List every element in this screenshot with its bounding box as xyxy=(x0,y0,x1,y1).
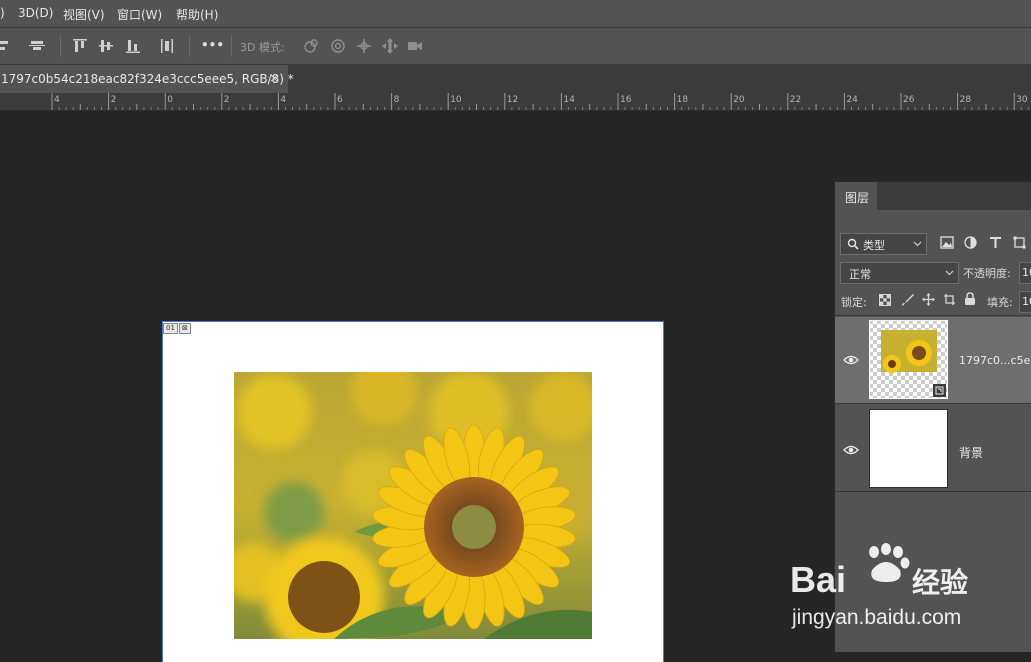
ruler-ticks: 4 2 0 2 4 6 8 10 12 14 16 18 20 22 24 26 28 30 xyxy=(51,93,1029,110)
lock-all-icon[interactable] xyxy=(964,292,976,306)
horizontal-ruler[interactable]: 4 2 0 2 4 6 8 10 12 14 16 18 20 22 24 26 28 30 xyxy=(0,93,1031,111)
pan-3d-icon[interactable] xyxy=(355,37,373,55)
layer-thumbnail-sunflower xyxy=(869,320,948,399)
menu-item-view[interactable]: 视图(V) xyxy=(63,6,105,23)
more-options-button[interactable]: ••• xyxy=(201,38,224,52)
shape-filter-icon[interactable] xyxy=(1013,236,1026,249)
artboard-badge: 01 ⊠ xyxy=(163,323,191,334)
ruler-label: 10 xyxy=(450,95,462,105)
tab-layers-label: 图层 xyxy=(845,191,870,205)
align-horizontal-center-icon[interactable] xyxy=(28,37,46,55)
divider xyxy=(835,315,1031,316)
search-icon xyxy=(847,238,859,250)
separator xyxy=(189,35,190,57)
ruler-label: 4 xyxy=(280,95,286,105)
ruler-label: 30 xyxy=(1016,95,1028,105)
sunflower-photo[interactable] xyxy=(234,372,592,639)
opacity-value: 10 xyxy=(1022,266,1031,279)
ruler-label: 12 xyxy=(507,95,518,105)
eye-icon[interactable] xyxy=(843,444,859,456)
layer-name[interactable]: 1797c0...c5eee xyxy=(959,354,1031,367)
menu-item-help[interactable]: 帮助(H) xyxy=(176,6,218,23)
baidu-jingyan-watermark: Bai 经验 jingyan.baidu.com xyxy=(790,543,968,629)
ruler-label: 2 xyxy=(111,95,117,105)
ruler-label: 4 xyxy=(54,95,60,105)
lock-position-icon[interactable] xyxy=(922,293,935,306)
scale-3d-camera-icon[interactable] xyxy=(406,37,424,55)
ruler-label: 16 xyxy=(620,95,632,105)
ruler-label: 20 xyxy=(733,95,745,105)
layer-filter-dropdown[interactable]: 类型 xyxy=(840,233,927,255)
ruler-label: 18 xyxy=(677,95,689,105)
ruler-label: 24 xyxy=(846,95,858,105)
watermark-brand-suffix: 经验 xyxy=(912,566,968,599)
ruler-label: 14 xyxy=(563,95,575,105)
lock-label: 锁定: xyxy=(841,296,867,309)
watermark-url: jingyan.baidu.com xyxy=(791,606,961,629)
slide-3d-icon[interactable] xyxy=(381,37,399,55)
fill-value: 10 xyxy=(1022,295,1031,308)
roll-3d-icon[interactable] xyxy=(329,37,347,55)
chevron-down-icon xyxy=(945,270,954,276)
type-filter-icon[interactable] xyxy=(989,236,1002,249)
layer-filter-label: 类型 xyxy=(863,239,885,252)
chevron-down-icon xyxy=(913,241,922,247)
separator xyxy=(60,35,61,57)
separator xyxy=(231,35,232,57)
menu-item-3d[interactable]: 3D(D) xyxy=(18,6,53,20)
image-filter-icon[interactable] xyxy=(940,236,954,249)
blend-mode-dropdown[interactable]: 正常 xyxy=(840,262,959,284)
tab-layers[interactable]: 图层 xyxy=(835,182,877,210)
ruler-label: 0 xyxy=(167,95,173,105)
ruler-label: 22 xyxy=(790,95,801,105)
align-bottom-icon[interactable] xyxy=(124,37,142,55)
fill-input[interactable]: 10 xyxy=(1019,291,1031,313)
layers-panel-header: 图层 xyxy=(835,182,1031,210)
ruler-label: 8 xyxy=(394,95,400,105)
layer-thumbnail-background xyxy=(869,409,948,488)
close-icon[interactable]: × xyxy=(269,71,279,85)
baidu-paw-logo-icon xyxy=(869,543,910,582)
layer-row-smart-object[interactable]: 1797c0...c5eee xyxy=(835,317,1031,403)
ruler-label: 2 xyxy=(224,95,230,105)
menu-bar: ) 3D(D) 视图(V) 窗口(W) 帮助(H) xyxy=(0,0,1031,28)
ruler-label: 28 xyxy=(960,95,972,105)
opacity-label: 不透明度: xyxy=(963,267,1011,280)
opacity-input[interactable]: 10 xyxy=(1019,262,1031,284)
ruler-label: 26 xyxy=(903,95,915,105)
menu-item-partial[interactable]: ) xyxy=(0,6,5,20)
align-left-icon[interactable] xyxy=(0,37,14,55)
blend-mode-value: 正常 xyxy=(849,268,871,281)
watermark-brand: Bai xyxy=(790,559,846,600)
artboard-number: 01 xyxy=(163,323,178,334)
document-tab-bar: 1797c0b54c218eac82f324e3ccc5eee5, RGB/8)… xyxy=(0,65,1031,93)
layer-name[interactable]: 背景 xyxy=(959,444,983,461)
align-top-icon[interactable] xyxy=(71,37,89,55)
artboard-icon: ⊠ xyxy=(178,323,191,334)
document-tab[interactable]: 1797c0b54c218eac82f324e3ccc5eee5, RGB/8)… xyxy=(0,65,294,93)
lock-transparent-pixels-icon[interactable] xyxy=(879,294,891,306)
lock-image-pixels-icon[interactable] xyxy=(901,293,914,306)
orbit-3d-icon[interactable] xyxy=(302,37,320,55)
3d-mode-label: 3D 模式: xyxy=(240,41,285,54)
distribute-icon[interactable] xyxy=(158,37,176,55)
align-vertical-center-icon[interactable] xyxy=(97,37,115,55)
adjustment-filter-icon[interactable] xyxy=(964,236,977,249)
divider xyxy=(835,491,1031,492)
options-bar: ••• 3D 模式: xyxy=(0,28,1031,65)
lock-artboard-icon[interactable] xyxy=(943,293,956,306)
document-tab-title: 1797c0b54c218eac82f324e3ccc5eee5, RGB/8)… xyxy=(1,72,294,86)
layer-row-background[interactable]: 背景 xyxy=(835,404,1031,490)
eye-icon[interactable] xyxy=(843,354,859,366)
fill-label: 填充: xyxy=(987,296,1013,309)
menu-item-window[interactable]: 窗口(W) xyxy=(117,6,162,23)
ruler-label: 6 xyxy=(337,95,343,105)
